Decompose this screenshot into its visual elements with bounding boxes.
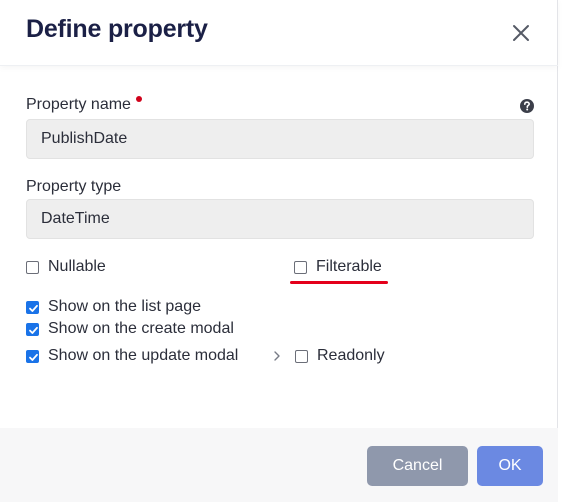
red-annotation-underline <box>290 281 388 284</box>
show-on-list-checkbox[interactable] <box>26 300 39 314</box>
nullable-option[interactable]: Nullable <box>26 258 106 276</box>
show-on-update-label: Show on the update modal <box>48 347 239 364</box>
show-on-create-label: Show on the create modal <box>48 320 234 337</box>
required-indicator <box>135 96 142 102</box>
modal-title: Define property <box>26 15 208 43</box>
modal-footer <box>0 428 558 502</box>
cancel-button[interactable]: Cancel <box>367 446 468 486</box>
filterable-label: Filterable <box>316 258 382 275</box>
property-name-label: Property name <box>26 96 131 113</box>
property-type-label: Property type <box>26 178 122 195</box>
property-name-input[interactable]: PublishDate <box>26 119 534 159</box>
show-on-update-option[interactable]: Show on the update modal <box>26 347 238 365</box>
define-property-modal: Define property Property name PublishDat… <box>0 0 558 502</box>
filterable-checkbox[interactable] <box>294 260 307 274</box>
show-on-create-option[interactable]: Show on the create modal <box>26 320 234 338</box>
filterable-option[interactable]: Filterable <box>294 258 382 276</box>
property-type-input[interactable]: DateTime <box>26 199 534 239</box>
show-on-list-label: Show on the list page <box>48 298 201 315</box>
close-icon[interactable] <box>508 20 534 46</box>
show-on-update-checkbox[interactable] <box>26 349 39 363</box>
readonly-label: Readonly <box>317 347 385 364</box>
nullable-label: Nullable <box>48 258 106 275</box>
show-on-list-option[interactable]: Show on the list page <box>26 298 201 316</box>
chevron-right-icon <box>272 349 282 361</box>
readonly-option[interactable]: Readonly <box>295 347 385 365</box>
nullable-checkbox[interactable] <box>26 260 39 274</box>
readonly-checkbox[interactable] <box>295 349 308 363</box>
modal-header: Define property <box>0 0 558 66</box>
property-name-label-wrap: Property name <box>26 96 142 114</box>
show-on-create-checkbox[interactable] <box>26 322 39 336</box>
ok-button[interactable]: OK <box>477 446 543 486</box>
question-circle-icon[interactable] <box>519 98 535 114</box>
